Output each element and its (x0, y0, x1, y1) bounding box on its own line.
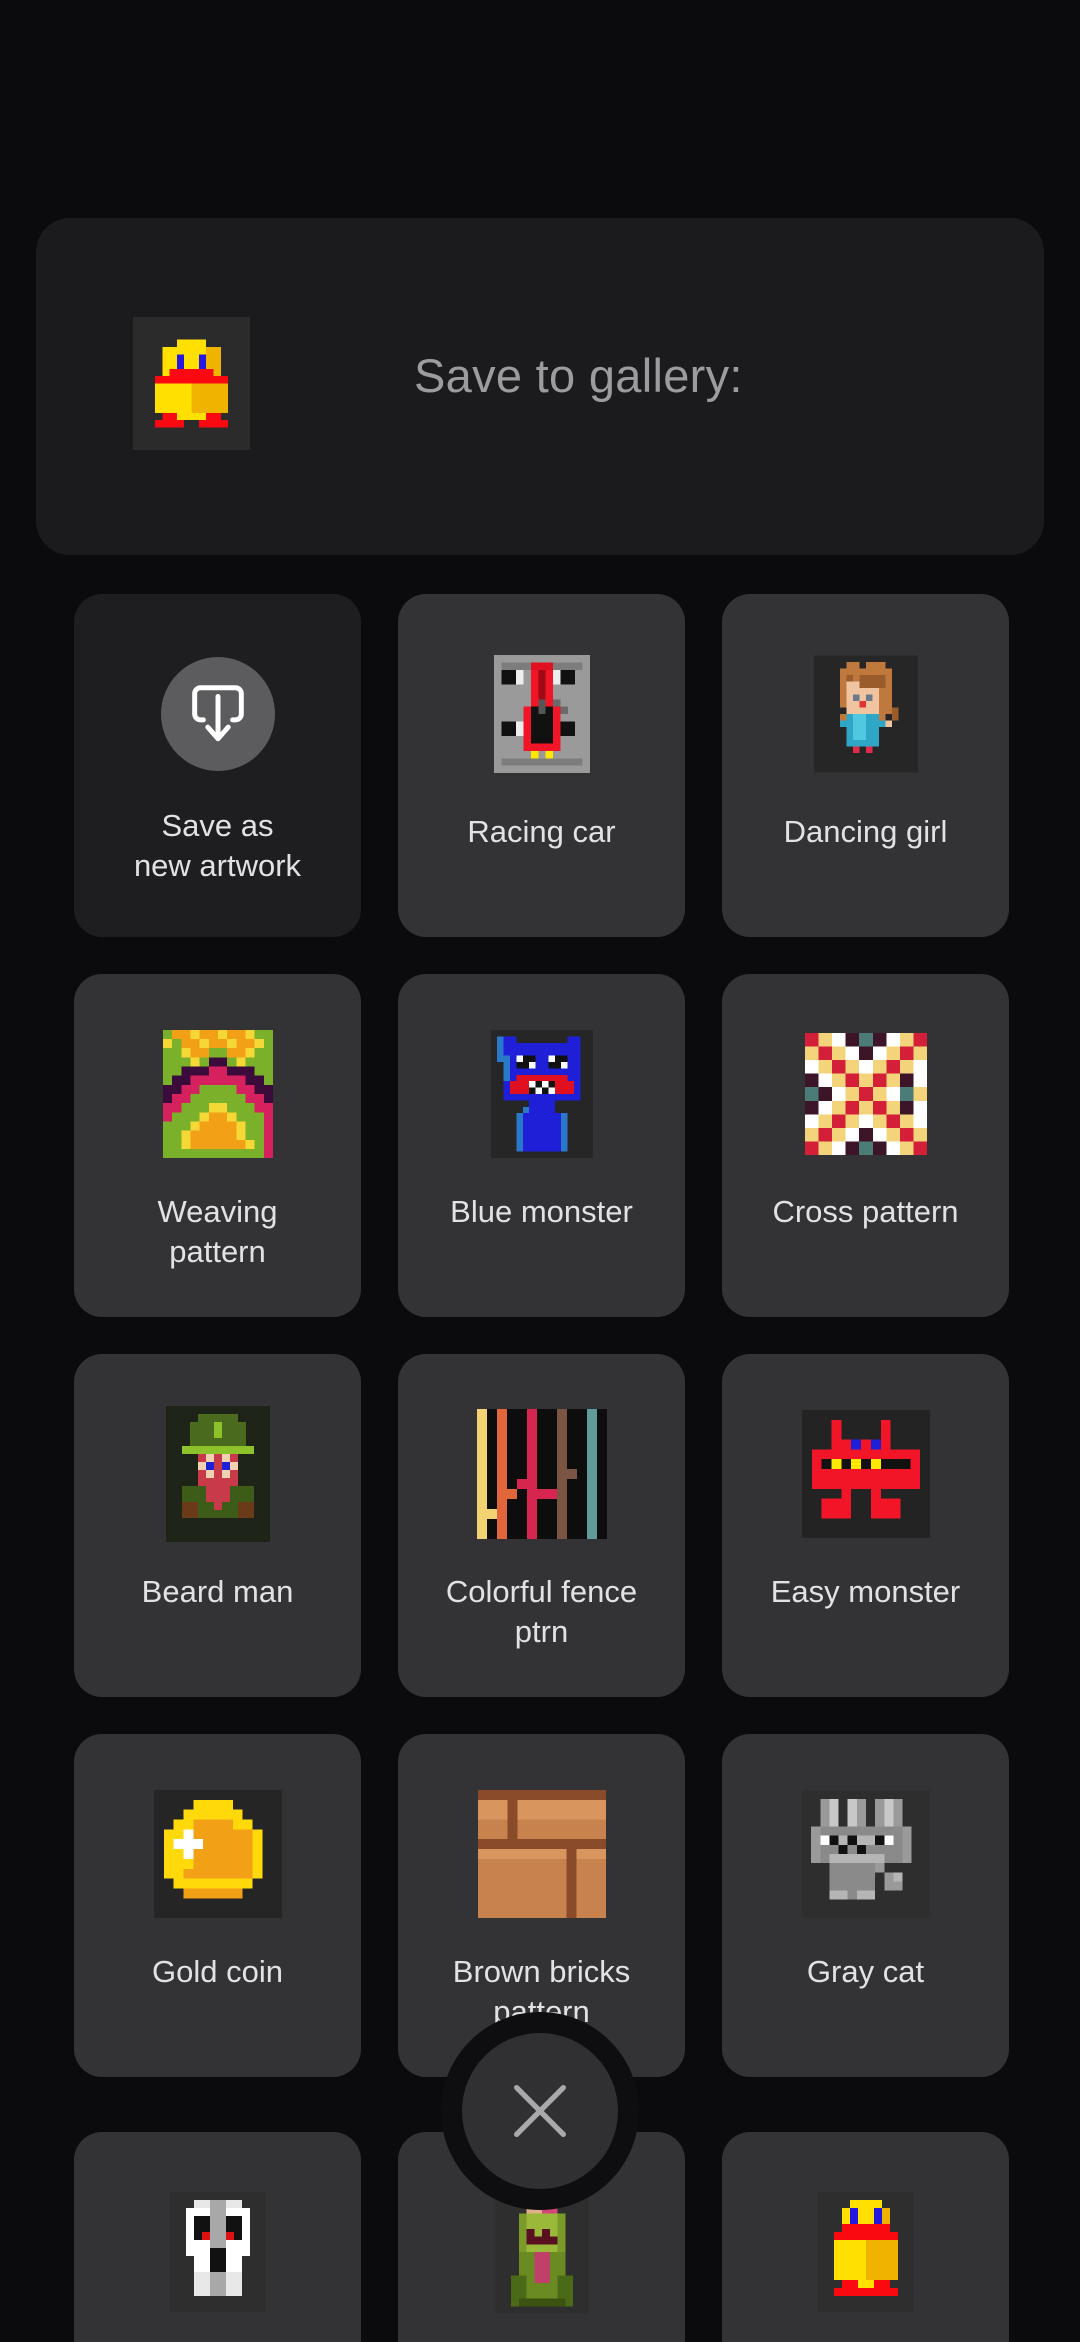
gold-coin-sprite (153, 1790, 282, 1918)
colorful-fence-sprite (476, 1409, 607, 1539)
tile-label: Save as new artwork (133, 808, 302, 883)
close-dialog-button[interactable] (441, 2012, 639, 2210)
save-download-icon (160, 657, 275, 771)
tile-label: Gray cat (806, 1954, 925, 1989)
tile-label: Gold coin (152, 1954, 283, 1989)
tile-label: Cross pattern (772, 1194, 959, 1229)
white-skull-art (74, 2182, 361, 2322)
tile-label: Easy monster (770, 1574, 961, 1609)
colorful-fence-art (398, 1404, 685, 1544)
brown-bricks-sprite (477, 1790, 606, 1918)
artwork-tile-dancing-girl[interactable]: Dancing girl (722, 594, 1009, 937)
artwork-tile-gold-coin[interactable]: Gold coin (74, 1734, 361, 2077)
save-icon-wrap (74, 644, 361, 784)
easy-monster-art (722, 1404, 1009, 1544)
save-to-gallery-dialog: Save to gallery: Save as new artwork Rac… (0, 0, 1080, 2342)
dancing-girl-art (722, 644, 1009, 784)
blue-monster-sprite (490, 1030, 593, 1158)
beard-man-art (74, 1404, 361, 1544)
weaving-pattern-art (74, 1024, 361, 1164)
close-button-inner (462, 2033, 618, 2189)
artwork-tile-colorful-fence[interactable]: Colorful fence ptrn (398, 1354, 685, 1697)
racing-car-art (398, 644, 685, 784)
tile-label: Dancing girl (783, 814, 948, 849)
gray-cat-art (722, 1784, 1009, 1924)
current-artwork-thumbnail (133, 317, 250, 450)
dancing-girl-sprite (813, 655, 918, 773)
artwork-tile-easy-monster[interactable]: Easy monster (722, 1354, 1009, 1697)
tile-label: Blue monster (450, 1194, 633, 1229)
save-as-new-artwork-tile[interactable]: Save as new artwork (74, 594, 361, 937)
white-skull-sprite (169, 2192, 266, 2312)
artwork-tile-cross-pattern[interactable]: Cross pattern (722, 974, 1009, 1317)
artwork-tile-gray-cat[interactable]: Gray cat (722, 1734, 1009, 2077)
tile-label: Weaving pattern (157, 1194, 278, 1269)
blue-monster-art (398, 1024, 685, 1164)
cross-pattern-sprite (804, 1033, 927, 1155)
cross-pattern-art (722, 1024, 1009, 1164)
yellow-chick-sprite (817, 2192, 914, 2312)
beard-man-sprite (165, 1406, 270, 1542)
tile-label: Beard man (141, 1574, 294, 1609)
artwork-tile-yellow-chick[interactable] (722, 2132, 1009, 2342)
tile-label: Colorful fence ptrn (445, 1574, 638, 1649)
gallery-grid: Save as new artwork Racing car Dancing g… (74, 594, 1009, 2077)
dialog-title: Save to gallery: (414, 349, 743, 402)
easy-monster-sprite (801, 1410, 930, 1538)
close-icon (514, 2085, 566, 2137)
artwork-tile-weaving-pattern[interactable]: Weaving pattern (74, 974, 361, 1317)
artwork-tile-white-skull[interactable] (74, 2132, 361, 2342)
artwork-tile-racing-car[interactable]: Racing car (398, 594, 685, 937)
brown-bricks-art (398, 1784, 685, 1924)
gray-cat-sprite (801, 1790, 930, 1918)
yellow-chick-art (722, 2182, 1009, 2322)
racing-car-sprite (493, 655, 590, 773)
artwork-tile-beard-man[interactable]: Beard man (74, 1354, 361, 1697)
weaving-pattern-sprite (162, 1029, 273, 1159)
artwork-tile-blue-monster[interactable]: Blue monster (398, 974, 685, 1317)
tile-label: Racing car (467, 814, 616, 849)
gold-coin-art (74, 1784, 361, 1924)
